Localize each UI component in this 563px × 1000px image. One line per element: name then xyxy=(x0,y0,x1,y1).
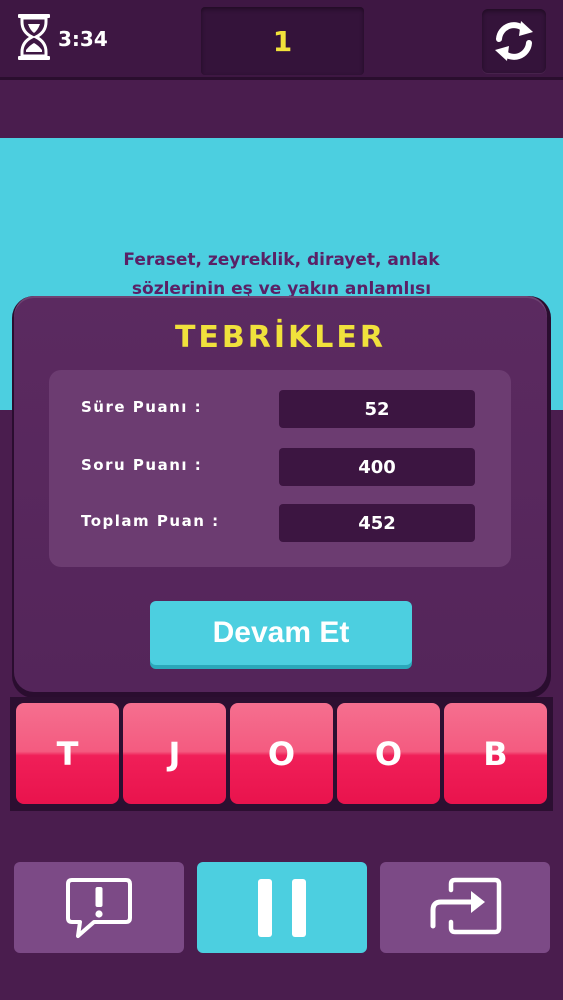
result-title: TEBRİKLER xyxy=(174,320,387,355)
question-score-label: Soru Puanı : xyxy=(81,456,203,474)
skip-icon xyxy=(430,877,502,934)
total-score-label: Toplam Puan : xyxy=(81,512,220,530)
hint-button[interactable] xyxy=(14,862,184,953)
hint-icon xyxy=(66,877,132,938)
pause-button[interactable] xyxy=(197,862,367,953)
hourglass-icon xyxy=(18,14,50,60)
level-display: 1 xyxy=(201,7,364,75)
pause-bar-right xyxy=(292,878,306,937)
pause-icon xyxy=(248,878,316,937)
total-score-value: 452 xyxy=(279,504,475,542)
refresh-icon xyxy=(495,21,533,61)
question-line-1: Feraset, zeyreklik, dirayet, anlak xyxy=(123,250,440,270)
letter-tile-4[interactable]: O xyxy=(337,703,440,804)
result-modal: TEBRİKLER Süre Puanı : 52 Soru Puanı : 4… xyxy=(14,296,547,692)
letter-tile-1[interactable]: T xyxy=(16,703,119,804)
letter-tile-5[interactable]: B xyxy=(444,703,547,804)
skip-button[interactable] xyxy=(380,862,550,953)
timer-text: 3:34 xyxy=(58,27,108,51)
letter-tile-2[interactable]: J xyxy=(123,703,226,804)
top-bar: 3:34 1 xyxy=(0,0,563,80)
time-score-value: 52 xyxy=(279,390,475,428)
question-score-value: 400 xyxy=(279,448,475,486)
pause-bar-left xyxy=(258,878,272,937)
score-row-time: Süre Puanı : 52 xyxy=(49,390,511,428)
score-row-total: Toplam Puan : 452 xyxy=(49,504,511,542)
refresh-button[interactable] xyxy=(482,9,546,73)
time-score-label: Süre Puanı : xyxy=(81,398,203,416)
score-panel: Süre Puanı : 52 Soru Puanı : 400 Toplam … xyxy=(49,370,511,567)
letter-tile-3[interactable]: O xyxy=(230,703,333,804)
score-row-question: Soru Puanı : 400 xyxy=(49,448,511,486)
continue-button[interactable]: Devam Et xyxy=(150,601,412,665)
